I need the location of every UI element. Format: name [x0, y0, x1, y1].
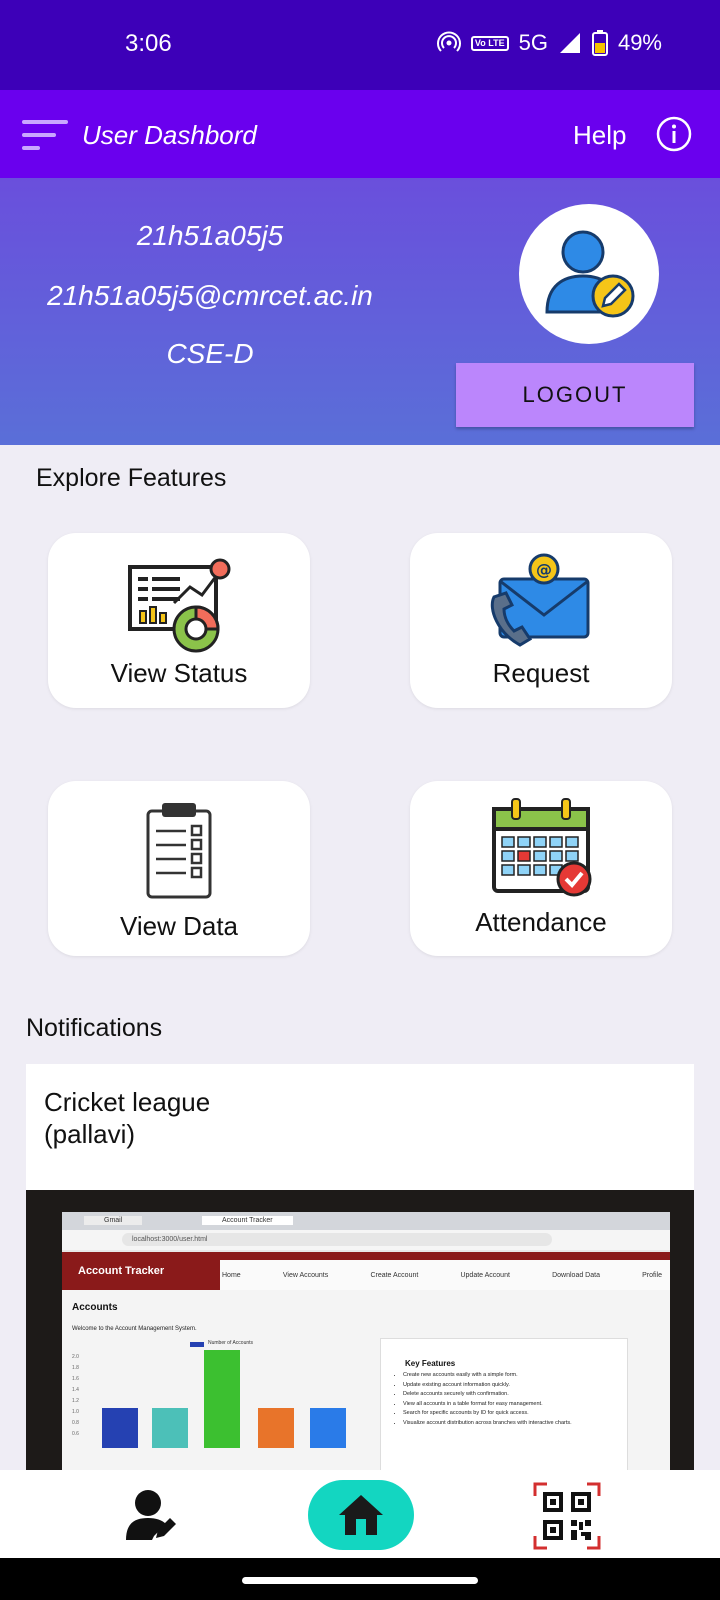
- laptop-screen: Gmail Account Tracker localhost:3000/use…: [62, 1212, 670, 1484]
- browser-tab: Account Tracker: [202, 1216, 293, 1225]
- chart-bar: [258, 1408, 294, 1448]
- feature-card-view-status[interactable]: View Status: [48, 533, 310, 708]
- tracker-nav-item: View Accounts: [282, 1272, 329, 1279]
- app-title: User Dashbord: [82, 120, 257, 150]
- info-icon[interactable]: [656, 116, 692, 152]
- profile-section: CSE-D: [166, 338, 254, 369]
- chart-legend: Number of Accounts: [208, 1340, 254, 1346]
- app-bar: User Dashbord Help: [0, 90, 720, 178]
- calendar-check-icon: [486, 795, 596, 905]
- features-heading: Explore Features: [36, 464, 227, 492]
- profile-username: 21h51a05j5: [136, 220, 284, 251]
- hotspot-icon: [436, 31, 461, 55]
- home-button[interactable]: [308, 1480, 414, 1550]
- notification-title-line1: Cricket league: [44, 1087, 211, 1117]
- notifications-heading: Notifications: [26, 1014, 163, 1042]
- qr-code-icon[interactable]: [533, 1482, 601, 1550]
- tracker-nav-item: Profile: [642, 1272, 662, 1279]
- profile-edit-icon[interactable]: [124, 1488, 180, 1544]
- tracker-nav: Home View Accounts Create Account Update…: [222, 1272, 662, 1279]
- tracker-nav-item: Create Account: [370, 1272, 419, 1279]
- feature-label: Attendance: [475, 907, 607, 937]
- key-features-panel: Key Features Create new accounts easily …: [380, 1338, 628, 1484]
- notification-card[interactable]: Cricket league (pallavi) Gmail Account T…: [26, 1064, 694, 1484]
- notification-image: Gmail Account Tracker localhost:3000/use…: [26, 1190, 694, 1484]
- battery-icon: [591, 30, 608, 56]
- profile-header: 21h51a05j5 21h51a05j5@cmrcet.ac.in CSE-D…: [0, 178, 720, 445]
- menu-icon[interactable]: [22, 118, 72, 152]
- tracker-nav-item: Update Account: [460, 1272, 510, 1279]
- feature-label: View Status: [110, 658, 248, 688]
- key-features-list: Create new accounts easily with a simple…: [389, 1371, 623, 1428]
- chart-bar: [152, 1408, 188, 1448]
- feature-card-view-data[interactable]: View Data: [48, 781, 310, 956]
- help-link[interactable]: Help: [573, 120, 626, 151]
- system-nav-bar: [0, 1558, 720, 1600]
- bottom-nav: [0, 1470, 720, 1558]
- account-tracker-logo: Account Tracker: [62, 1252, 220, 1290]
- tracker-welcome: Welcome to the Account Management System…: [72, 1326, 197, 1332]
- profile-email: 21h51a05j5@cmrcet.ac.in: [47, 280, 373, 311]
- notification-title-line2: (pallavi): [44, 1119, 136, 1149]
- volte-icon: Vo LTE: [470, 35, 509, 51]
- browser-url: localhost:3000/user.html: [122, 1233, 552, 1246]
- status-time: 3:06: [125, 30, 172, 57]
- key-features-title: Key Features: [405, 1359, 456, 1368]
- gesture-handle[interactable]: [242, 1577, 478, 1584]
- signal-icon: [558, 31, 582, 55]
- tracker-nav-item: Download Data: [552, 1272, 600, 1279]
- battery-level: 49%: [617, 30, 662, 55]
- network-type: 5G: [518, 30, 548, 55]
- accounts-chart: Number of Accounts 2.0 1.8 1.6 1.4 1.2 1…: [72, 1338, 372, 1484]
- tracker-nav-item: Home: [222, 1272, 241, 1279]
- tracker-page-title: Accounts: [72, 1302, 118, 1313]
- analytics-chart-icon: [124, 547, 234, 657]
- notification-title: Cricket league (pallavi): [44, 1086, 210, 1150]
- browser-tab: Gmail: [84, 1216, 143, 1225]
- svg-text:@: @: [536, 560, 552, 579]
- chart-y-ticks: 2.0 1.8 1.6 1.4 1.2 1.0 0.8 0.6: [72, 1354, 79, 1437]
- logout-button[interactable]: LOGOUT: [456, 363, 694, 427]
- chart-bar: [102, 1408, 138, 1448]
- clipboard-checklist-icon: [124, 795, 234, 905]
- phone-mail-icon: @: [486, 547, 596, 657]
- chart-bar: [204, 1350, 240, 1448]
- status-bar: 3:06 Vo LTE 5G 49%: [0, 0, 720, 90]
- avatar[interactable]: [519, 204, 659, 344]
- feature-card-attendance[interactable]: Attendance: [410, 781, 672, 956]
- home-icon: [339, 1495, 383, 1535]
- feature-label: Request: [492, 658, 590, 688]
- feature-card-request[interactable]: @ Request: [410, 533, 672, 708]
- status-icons: Vo LTE 5G 49%: [436, 30, 662, 56]
- chart-bar: [310, 1408, 346, 1448]
- feature-label: View Data: [119, 911, 239, 941]
- user-edit-icon: [545, 230, 635, 318]
